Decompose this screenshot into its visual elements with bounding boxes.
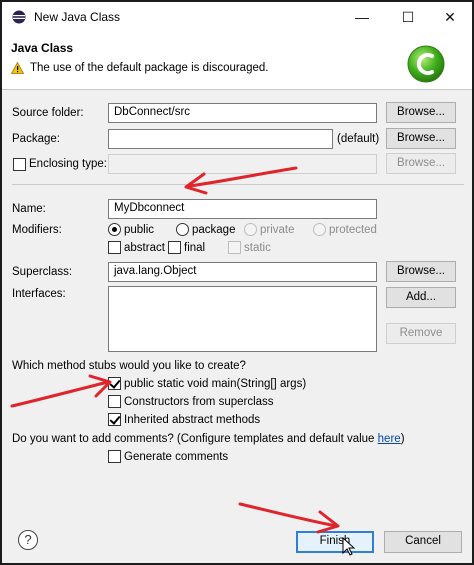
source-folder-label: Source folder: [12,107,84,119]
stub-main-label: public static void main(String[] args) [124,378,307,390]
modifier-static-label: static [244,242,271,254]
method-stubs-question: Which method stubs would you like to cre… [12,360,246,372]
title-bar: New Java Class — ☐ ✕ [2,2,472,32]
enclosing-type-checkbox[interactable] [13,158,26,171]
stub-inherited-label: Inherited abstract methods [124,414,261,426]
stub-inherited-checkbox[interactable] [108,413,121,426]
package-label: Package: [12,133,60,145]
package-browse-button[interactable]: Browse... [386,128,456,149]
modifier-private-label: private [260,224,295,236]
modifier-static-checkbox[interactable] [228,241,241,254]
comments-question-end: ) [400,433,405,445]
interfaces-remove-button[interactable]: Remove [386,323,456,344]
package-default-label: (default) [337,133,380,145]
comments-question-text: Do you want to add comments? (Configure … [12,433,378,445]
modifier-private-radio[interactable] [244,223,257,236]
modifier-public-label: public [124,224,155,236]
wizard-header: Java Class The use of the default packag… [2,32,472,90]
window-title: New Java Class [34,10,121,24]
finish-button[interactable]: Finish [296,531,374,553]
modifier-abstract-label: abstract [124,242,165,254]
stub-constructors-label: Constructors from superclass [124,396,274,408]
modifier-abstract-checkbox[interactable] [108,241,121,254]
superclass-label: Superclass: [12,266,73,278]
interfaces-add-button[interactable]: Add... [386,287,456,308]
minimize-button[interactable]: — [340,2,384,32]
generate-comments-label: Generate comments [124,451,229,463]
close-button[interactable]: ✕ [428,2,472,32]
interfaces-list[interactable] [108,286,377,352]
page-title: Java Class [11,41,74,55]
enclosing-type-label: Enclosing type: [29,158,107,170]
modifier-package-radio[interactable] [176,223,189,236]
superclass-input[interactable]: java.lang.Object [108,262,377,282]
dialog-footer: ? Finish Cancel [2,522,472,563]
name-label: Name: [12,203,46,215]
modifiers-label: Modifiers: [12,224,62,236]
stub-constructors-checkbox[interactable] [108,395,121,408]
enclosing-type-browse-button[interactable]: Browse... [386,153,456,174]
source-folder-browse-button[interactable]: Browse... [386,102,456,123]
modifier-package-label: package [192,224,236,236]
separator [12,184,464,185]
superclass-browse-button[interactable]: Browse... [386,261,456,282]
modifier-public-radio[interactable] [108,223,121,236]
warning-icon [11,62,24,74]
modifier-protected-radio[interactable] [313,223,326,236]
help-icon[interactable]: ? [18,530,38,550]
annotation-arrow-main-icon [10,374,112,408]
cancel-button[interactable]: Cancel [384,531,462,553]
package-input[interactable] [108,129,333,149]
enclosing-type-input[interactable] [108,154,377,174]
configure-templates-link[interactable]: here [378,433,401,445]
modifier-protected-label: protected [329,224,377,236]
stub-main-checkbox[interactable] [108,377,121,390]
modifier-final-label: final [184,242,206,254]
warning-message: The use of the default package is discou… [30,62,269,74]
new-java-class-dialog: New Java Class — ☐ ✕ Java Class The use … [0,0,474,565]
maximize-button[interactable]: ☐ [386,2,430,32]
comments-question: Do you want to add comments? (Configure … [12,433,405,445]
source-folder-input[interactable]: DbConnect/src [108,103,377,123]
eclipse-icon [12,10,26,24]
new-class-logo-icon [407,45,445,83]
modifier-final-checkbox[interactable] [168,241,181,254]
interfaces-label: Interfaces: [12,288,66,300]
generate-comments-checkbox[interactable] [108,450,121,463]
class-name-input[interactable]: MyDbconnect [108,199,377,219]
